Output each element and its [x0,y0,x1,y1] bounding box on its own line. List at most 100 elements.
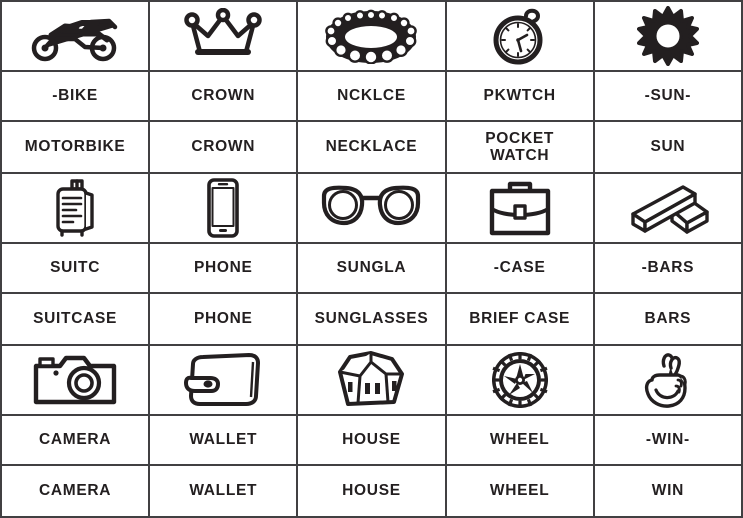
name-label: WALLET [189,482,258,500]
abbreviation-cell: SUNGLA [296,242,447,294]
abbreviation-cell: -BARS [592,242,743,294]
name-cell: CAMERA [0,464,151,518]
sun-icon [595,4,741,68]
icon-cell [296,344,447,416]
name-label: SUN [650,138,686,156]
name-cell: SUITCASE [0,292,151,346]
name-cell: WALLET [148,464,299,518]
motorbike-icon [2,4,148,68]
name-cell: POCKET WATCH [444,120,595,174]
name-label: BARS [644,310,692,328]
name-cell: CROWN [148,120,299,174]
briefcase-icon [447,176,593,240]
abbreviation-label: -BIKE [52,87,98,105]
table-row: SUITC PHONE SUNGLA -CASE -BARS [0,242,743,294]
wheel-icon [447,348,593,412]
icon-cell [296,172,447,244]
name-label: SUNGLASSES [314,310,429,328]
icon-cell [0,0,151,72]
table-body: -BIKE CROWN NCKLCE PKWTCH -SUN- MOTORBIK… [0,0,743,518]
phone-icon [150,176,296,240]
abbreviation-cell: CROWN [148,70,299,122]
necklace-icon [298,4,444,68]
abbreviation-label: -BARS [641,259,695,277]
icon-cell [148,344,299,416]
name-label: NECKLACE [325,138,418,156]
abbreviation-cell: -BIKE [0,70,151,122]
name-label: POCKET WATCH [485,129,555,164]
name-label: CROWN [191,138,256,156]
name-cell: BARS [592,292,743,346]
abbreviation-label: -WIN- [645,431,690,449]
abbreviation-label: PKWTCH [483,87,556,105]
icon-cell [444,0,595,72]
abbreviation-label: NCKLCE [337,87,406,105]
table-row [0,172,743,244]
wallet-icon [150,348,296,412]
name-cell: WHEEL [444,464,595,518]
name-cell: HOUSE [296,464,447,518]
crown-icon [150,4,296,68]
icon-cell [444,344,595,416]
sunglasses-icon [298,176,444,240]
table-row [0,344,743,416]
icon-cell [592,0,743,72]
icon-cell [0,344,151,416]
icon-cell [296,0,447,72]
abbreviation-cell: -SUN- [592,70,743,122]
abbreviation-cell: WHEEL [444,414,595,466]
name-label: WIN [651,482,684,500]
house-icon [298,348,444,412]
abbreviation-cell: WALLET [148,414,299,466]
gold-bars-icon [595,176,741,240]
name-label: WHEEL [489,482,550,500]
icon-cell [444,172,595,244]
icon-cell [0,172,151,244]
abbreviation-label: -CASE [493,259,546,277]
name-label: BRIEF CASE [469,310,571,328]
abbreviation-cell: -WIN- [592,414,743,466]
table-row [0,0,743,72]
abbreviation-cell: HOUSE [296,414,447,466]
name-label: HOUSE [342,482,401,500]
abbreviation-cell: NCKLCE [296,70,447,122]
abbreviation-label: WALLET [189,431,258,449]
abbreviation-label: WHEEL [489,431,550,449]
symbol-reference-sheet: -BIKE CROWN NCKLCE PKWTCH -SUN- MOTORBIK… [0,0,743,518]
abbreviation-label: CAMERA [38,431,112,449]
abbreviation-cell: CAMERA [0,414,151,466]
name-cell: NECKLACE [296,120,447,174]
camera-icon [2,348,148,412]
name-cell: BRIEF CASE [444,292,595,346]
icon-cell [148,172,299,244]
abbreviation-cell: SUITC [0,242,151,294]
table-row: CAMERA WALLET HOUSE WHEEL WIN [0,464,743,518]
abbreviation-cell: PHONE [148,242,299,294]
name-cell: MOTORBIKE [0,120,151,174]
crossed-fingers-icon [595,348,741,412]
icon-cell [592,172,743,244]
name-cell: PHONE [148,292,299,346]
name-cell: WIN [592,464,743,518]
name-cell: SUNGLASSES [296,292,447,346]
table-row: MOTORBIKE CROWN NECKLACE POCKET WATCH SU… [0,120,743,174]
abbreviation-label: SUITC [50,259,101,277]
name-label: CAMERA [38,482,112,500]
table-row: -BIKE CROWN NCKLCE PKWTCH -SUN- [0,70,743,122]
abbreviation-label: PHONE [193,259,253,277]
name-cell: SUN [592,120,743,174]
suitcase-icon [2,176,148,240]
abbreviation-label: -SUN- [644,87,692,105]
table-row: CAMERA WALLET HOUSE WHEEL -WIN- [0,414,743,466]
pocket-watch-icon [447,4,593,68]
icon-cell [148,0,299,72]
symbol-table: -BIKE CROWN NCKLCE PKWTCH -SUN- MOTORBIK… [0,0,743,518]
abbreviation-cell: -CASE [444,242,595,294]
icon-cell [592,344,743,416]
name-label: PHONE [193,310,253,328]
name-label: MOTORBIKE [24,138,126,156]
abbreviation-label: SUNGLA [336,259,407,277]
table-row: SUITCASE PHONE SUNGLASSES BRIEF CASE BAR… [0,292,743,346]
name-label: SUITCASE [33,310,118,328]
abbreviation-cell: PKWTCH [444,70,595,122]
